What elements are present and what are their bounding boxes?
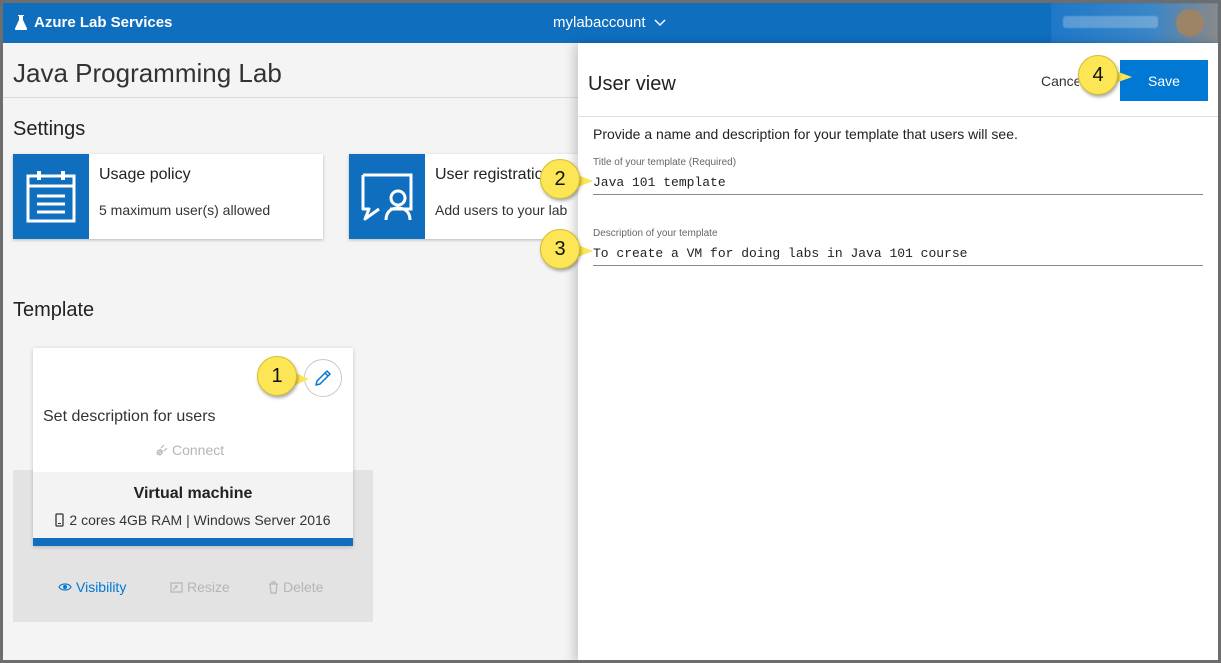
user-menu[interactable] — [1051, 3, 1218, 43]
delete-label: Delete — [283, 579, 324, 595]
panel-title: User view — [588, 73, 676, 95]
vm-spec-text: 2 cores 4GB RAM | Windows Server 2016 — [69, 512, 331, 528]
description-field-label: Description of your template — [593, 228, 718, 239]
title-divider — [3, 97, 583, 98]
page-title: Java Programming Lab — [13, 58, 282, 88]
vm-info: Virtual machine 2 cores 4GB RAM | Window… — [33, 472, 353, 546]
user-name-redacted — [1063, 16, 1158, 28]
usage-policy-subtitle: 5 maximum user(s) allowed — [99, 202, 271, 218]
brand[interactable]: Azure Lab Services — [15, 14, 172, 31]
callout-4: 4 — [1078, 55, 1118, 95]
device-icon — [55, 513, 65, 527]
template-heading: Template — [13, 299, 95, 321]
panel-divider — [578, 116, 1218, 117]
cancel-button[interactable]: Cancel — [1041, 73, 1079, 89]
user-board-icon — [349, 154, 425, 239]
calendar-icon — [13, 154, 89, 239]
panel-intro: Provide a name and description for your … — [593, 126, 1018, 142]
resize-icon — [170, 581, 183, 593]
vm-title: Virtual machine — [133, 485, 253, 502]
title-field-label: Title of your template (Required) — [593, 157, 737, 168]
app-window: Azure Lab Services mylabaccount Java Pro… — [0, 0, 1221, 663]
resize-button[interactable]: Resize — [170, 579, 230, 595]
callout-3: 3 — [540, 229, 580, 269]
delete-button[interactable]: Delete — [268, 579, 323, 595]
avatar — [1176, 9, 1204, 37]
account-name: mylabaccount — [553, 14, 646, 31]
callout-2: 2 — [540, 159, 580, 199]
save-button[interactable]: Save — [1120, 60, 1208, 101]
visibility-label: Visibility — [76, 579, 127, 595]
trash-icon — [269, 580, 278, 594]
vm-spec: 2 cores 4GB RAM | Windows Server 2016 — [33, 512, 353, 528]
plug-icon — [156, 444, 168, 456]
resize-label: Resize — [187, 579, 230, 595]
template-title-field[interactable] — [593, 171, 1203, 195]
settings-heading: Settings — [13, 118, 86, 140]
template-description-field[interactable] — [593, 242, 1203, 266]
callout-1: 1 — [257, 356, 297, 396]
visibility-button[interactable]: Visibility — [58, 579, 126, 595]
usage-policy-card[interactable]: Usage policy 5 maximum user(s) allowed — [13, 154, 323, 239]
user-registration-title: User registration — [435, 166, 553, 183]
edit-description-button[interactable] — [304, 359, 342, 397]
account-switcher[interactable]: mylabaccount — [553, 14, 666, 31]
connect-button[interactable]: Connect — [155, 442, 224, 458]
vm-status-bar — [33, 538, 353, 546]
user-view-panel: User view Cancel Save Provide a name and… — [578, 43, 1218, 660]
connect-label: Connect — [172, 442, 225, 458]
flask-icon — [15, 15, 27, 30]
usage-policy-title: Usage policy — [99, 166, 191, 183]
brand-label: Azure Lab Services — [34, 14, 173, 31]
template-description: Set description for users — [43, 408, 216, 425]
top-bar: Azure Lab Services mylabaccount — [3, 3, 1218, 43]
chevron-down-icon — [654, 18, 666, 26]
user-registration-subtitle: Add users to your lab — [435, 202, 568, 218]
pencil-icon — [315, 370, 331, 386]
eye-icon — [58, 583, 72, 591]
